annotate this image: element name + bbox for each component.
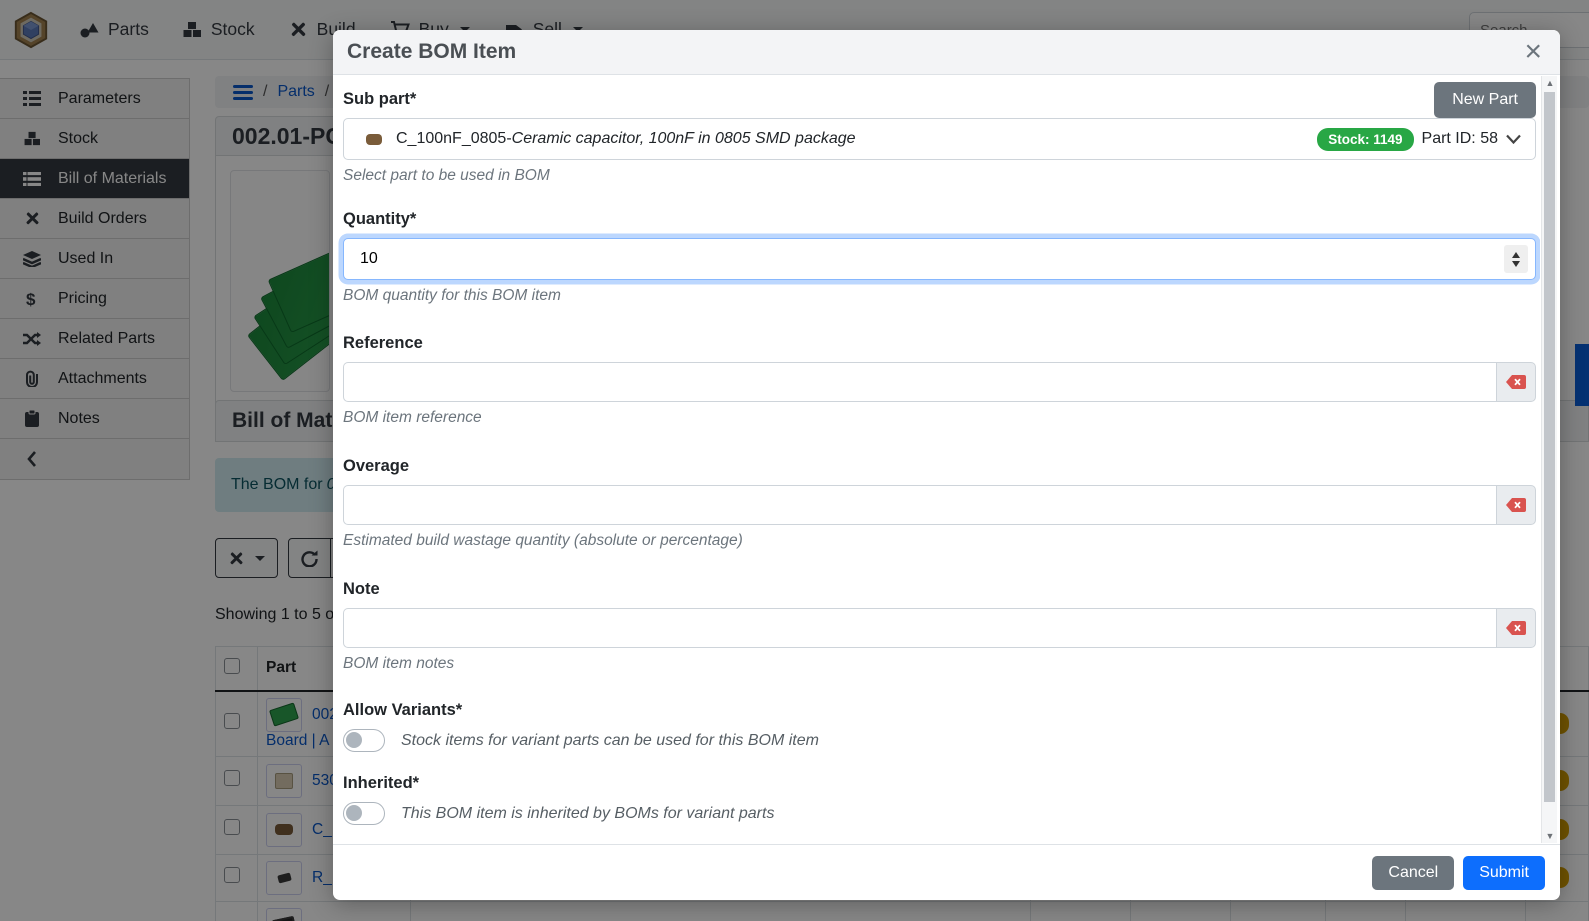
modal-header: Create BOM Item × xyxy=(333,30,1560,75)
clear-backspace-icon xyxy=(1506,498,1526,512)
sub-part-field-group: Sub part* New Part C_100nF_0805 - Cerami… xyxy=(343,90,1536,185)
part-id-label: Part ID: 58 xyxy=(1422,130,1498,148)
inherited-field-group: Inherited* This BOM item is inherited by… xyxy=(343,774,1536,825)
stock-badge: Stock: 1149 xyxy=(1317,128,1413,151)
modal-scrollbar[interactable]: ▲ ▼ xyxy=(1541,76,1557,843)
reference-field-group: Reference BOM item reference xyxy=(343,334,1536,427)
reference-input[interactable] xyxy=(343,362,1496,402)
overage-input[interactable] xyxy=(343,485,1496,525)
part-thumbnail xyxy=(366,134,382,145)
scrollbar-thumb[interactable] xyxy=(1544,92,1555,802)
clear-backspace-icon xyxy=(1506,621,1526,635)
sub-part-description: Ceramic capacitor, 100nF in 0805 SMD pac… xyxy=(512,130,856,148)
chevron-down-icon xyxy=(1506,134,1521,144)
sub-part-select[interactable]: C_100nF_0805 - Ceramic capacitor, 100nF … xyxy=(343,118,1536,160)
create-bom-item-modal: Create BOM Item × Sub part* New Part C_1… xyxy=(333,30,1560,900)
sub-part-name: C_100nF_0805 xyxy=(396,130,506,148)
reference-help: BOM item reference xyxy=(343,409,1536,427)
submit-button[interactable]: Submit xyxy=(1463,856,1545,890)
overage-field-group: Overage Estimated build wastage quantity… xyxy=(343,457,1536,550)
new-part-button[interactable]: New Part xyxy=(1434,82,1536,118)
scroll-down-arrow[interactable]: ▼ xyxy=(1542,829,1558,843)
modal-footer: Cancel Submit xyxy=(333,844,1560,900)
quantity-help: BOM quantity for this BOM item xyxy=(343,287,1536,305)
allow-variants-field-group: Allow Variants* Stock items for variant … xyxy=(343,701,1536,752)
cancel-button[interactable]: Cancel xyxy=(1372,856,1454,890)
modal-body: Sub part* New Part C_100nF_0805 - Cerami… xyxy=(333,76,1540,844)
clear-overage-button[interactable] xyxy=(1496,485,1536,525)
clear-backspace-icon xyxy=(1506,375,1526,389)
allow-variants-toggle[interactable] xyxy=(343,729,385,752)
close-icon[interactable]: × xyxy=(1524,37,1542,67)
modal-title: Create BOM Item xyxy=(347,40,516,64)
overage-label: Overage xyxy=(343,457,1536,476)
quantity-stepper[interactable] xyxy=(1504,245,1528,273)
inherited-label: Inherited* xyxy=(343,774,1536,793)
quantity-label: Quantity* xyxy=(343,210,1536,229)
note-label: Note xyxy=(343,580,1536,599)
reference-label: Reference xyxy=(343,334,1536,353)
note-input[interactable] xyxy=(343,608,1496,648)
clear-note-button[interactable] xyxy=(1496,608,1536,648)
quantity-field-group: Quantity* BOM quantity for this BOM item xyxy=(343,210,1536,305)
inherited-help: This BOM item is inherited by BOMs for v… xyxy=(401,805,774,823)
clear-reference-button[interactable] xyxy=(1496,362,1536,402)
overage-help: Estimated build wastage quantity (absolu… xyxy=(343,532,1536,550)
scroll-up-arrow[interactable]: ▲ xyxy=(1542,76,1558,90)
allow-variants-help: Stock items for variant parts can be use… xyxy=(401,732,819,750)
sub-part-label: Sub part* xyxy=(343,90,1536,109)
note-field-group: Note BOM item notes xyxy=(343,580,1536,673)
quantity-input[interactable] xyxy=(343,238,1536,280)
sub-part-help: Select part to be used in BOM xyxy=(343,167,1536,185)
note-help: BOM item notes xyxy=(343,655,1536,673)
inherited-toggle[interactable] xyxy=(343,802,385,825)
allow-variants-label: Allow Variants* xyxy=(343,701,1536,720)
